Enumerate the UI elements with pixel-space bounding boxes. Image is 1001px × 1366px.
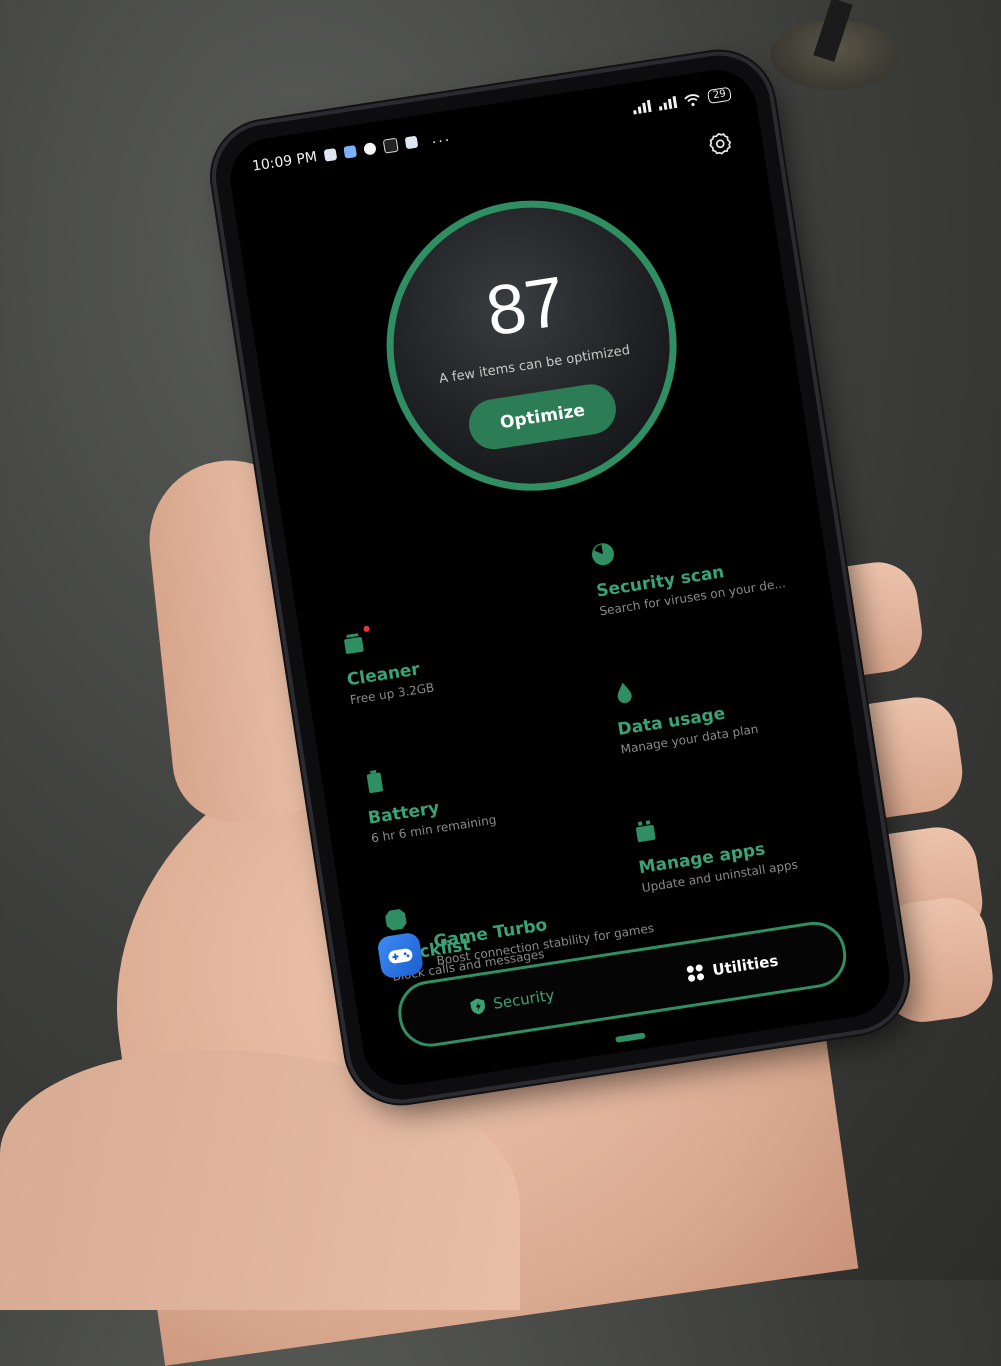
tab-utilities[interactable]: Utilities xyxy=(621,942,844,994)
data-usage-icon xyxy=(610,679,637,706)
signal-icon xyxy=(632,99,652,115)
background-stand xyxy=(770,0,900,100)
tile-security-scan[interactable]: Security scan Search for viruses on your… xyxy=(589,511,818,618)
cleaner-icon xyxy=(340,625,370,656)
settings-gear-icon[interactable] xyxy=(707,130,734,157)
status-bar: 10:09 PM ... 29 xyxy=(251,82,733,179)
manage-apps-icon xyxy=(632,817,659,844)
battery-icon xyxy=(361,768,388,795)
shield-icon xyxy=(469,998,485,1015)
overflow-notifications-icon: ... xyxy=(430,128,452,148)
tab-security[interactable]: Security xyxy=(400,975,623,1027)
battery-level-icon: 29 xyxy=(707,86,732,104)
notification-icon xyxy=(343,144,358,159)
tiktok-icon xyxy=(383,137,400,154)
signal-icon xyxy=(658,95,678,111)
status-time: 10:09 PM xyxy=(251,149,319,175)
notification-icon xyxy=(404,135,419,150)
blocklist-icon xyxy=(382,906,409,933)
grid-icon xyxy=(687,964,705,982)
notification-icon xyxy=(323,147,338,162)
home-indicator[interactable] xyxy=(615,1032,646,1043)
google-icon xyxy=(363,141,378,156)
tile-cleaner[interactable]: Cleaner Free up 3.2GB xyxy=(340,600,569,707)
tile-data-usage[interactable]: Data usage Manage your data plan xyxy=(610,649,839,757)
notification-dot xyxy=(363,625,370,633)
optimize-button[interactable]: Optimize xyxy=(465,380,620,453)
security-scan-icon xyxy=(589,541,616,568)
tile-battery[interactable]: Battery 6 hr 6 min remaining xyxy=(361,738,590,845)
tab-utilities-label: Utilities xyxy=(711,951,780,980)
wifi-icon xyxy=(684,93,700,106)
tab-security-label: Security xyxy=(492,985,556,1013)
optimization-score-ring: 87 A few items can be optimized Optimize xyxy=(366,180,697,511)
game-controller-icon xyxy=(376,931,425,980)
